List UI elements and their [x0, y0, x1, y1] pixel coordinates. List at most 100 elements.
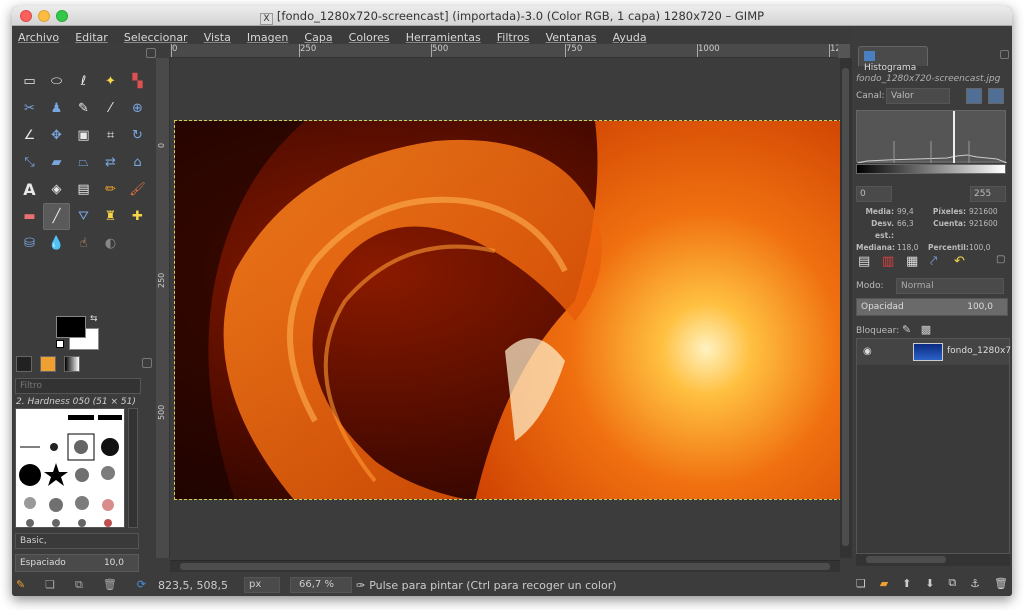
brush-grid[interactable] — [15, 408, 125, 528]
menu-colores[interactable]: Colores — [343, 29, 395, 44]
ellipse-select-icon[interactable]: ⬭ — [43, 68, 70, 95]
histogram-graph[interactable] — [856, 110, 1008, 164]
menu-ayuda[interactable]: Ayuda — [607, 29, 652, 44]
range-min-input[interactable]: 0 — [856, 186, 892, 202]
layer-scrollbar[interactable] — [856, 554, 1010, 566]
raise-layer-icon[interactable]: ⬆ — [902, 577, 911, 590]
anchor-layer-icon[interactable]: ⚓ — [970, 577, 980, 590]
layer-scroll-thumb[interactable] — [866, 556, 946, 563]
unit-select[interactable]: px — [244, 577, 280, 593]
layer-row[interactable]: ◉ fondo_1280x7 — [857, 339, 1011, 365]
foreground-color-swatch[interactable] — [56, 316, 86, 338]
clone-icon[interactable]: ♜ — [97, 203, 124, 230]
eye-icon[interactable]: ◉ — [863, 346, 872, 357]
horizontal-scroll-thumb[interactable] — [180, 563, 830, 570]
lower-layer-icon[interactable]: ⬇ — [925, 577, 934, 590]
new-layer-icon[interactable]: ❏ — [856, 577, 866, 590]
text-icon[interactable]: A — [16, 176, 43, 203]
new-layer-group-icon[interactable]: ▰ — [880, 577, 888, 590]
flip-icon[interactable]: ⇄ — [97, 149, 124, 176]
menu-seleccionar[interactable]: Seleccionar — [118, 29, 193, 44]
duplicate-brush-icon[interactable]: ⧉ — [75, 578, 83, 594]
menu-capa[interactable]: Capa — [298, 29, 337, 44]
blend-icon[interactable]: ▤ — [70, 176, 97, 203]
brush-spacing-slider[interactable]: Espaciado 10,0 — [15, 554, 139, 572]
horizontal-scrollbar[interactable] — [170, 560, 840, 572]
color-picker-icon[interactable]: ⁄ — [97, 95, 124, 122]
gradient-tab-icon[interactable] — [64, 356, 80, 372]
brush-tag-select[interactable]: Basic, — [15, 533, 139, 549]
linear-histogram-icon[interactable] — [966, 88, 982, 104]
log-histogram-icon[interactable] — [988, 88, 1004, 104]
perspective-icon[interactable]: ⏢ — [70, 149, 97, 176]
vertical-scrollbar[interactable] — [840, 58, 852, 558]
delete-layer-icon[interactable]: 🗑 — [994, 577, 1008, 590]
fuzzy-select-icon[interactable]: ✦ — [97, 68, 124, 95]
crop-icon[interactable]: ⌗ — [97, 122, 124, 149]
zoom-icon[interactable]: ⊕ — [124, 95, 151, 122]
navigate-icon[interactable] — [838, 44, 850, 58]
vertical-scroll-thumb[interactable] — [842, 68, 849, 546]
airbrush-icon[interactable]: ╱ — [43, 203, 70, 230]
dock-menu-icon[interactable]: ▢ — [996, 254, 1005, 265]
delete-brush-icon[interactable]: 🗑 — [103, 578, 117, 594]
pencil-icon[interactable]: ✏ — [97, 176, 124, 203]
image-canvas[interactable] — [174, 120, 847, 500]
menu-archivo[interactable]: Archivo — [12, 29, 64, 44]
color-select-icon[interactable]: ▚ — [124, 68, 151, 95]
refresh-brushes-icon[interactable]: ⟳ — [137, 578, 146, 594]
move-icon[interactable]: ✥ — [43, 122, 70, 149]
brush-tab-icon[interactable] — [16, 356, 32, 372]
menu-filtros[interactable]: Filtros — [491, 29, 535, 44]
paths-icon[interactable]: ✎ — [70, 95, 97, 122]
toolbox-menu-icon[interactable] — [146, 48, 156, 58]
lasso-icon[interactable]: ℓ — [70, 68, 97, 95]
rect-select-icon[interactable]: ▭ — [16, 68, 43, 95]
menu-vista[interactable]: Vista — [198, 29, 236, 44]
dock-menu-icon[interactable] — [142, 358, 152, 368]
scissors-icon[interactable]: ✂ — [16, 95, 43, 122]
perspective-clone-icon[interactable]: ⛁ — [16, 230, 43, 257]
cage-icon[interactable]: ⌂ — [124, 149, 151, 176]
range-max-input[interactable]: 255 — [970, 186, 1006, 202]
dodge-burn-icon[interactable]: ◐ — [97, 230, 124, 257]
heal-icon[interactable]: ✚ — [124, 203, 151, 230]
foreground-select-icon[interactable]: ♟ — [43, 95, 70, 122]
lock-alpha-icon[interactable]: ▩ — [921, 323, 931, 336]
tab-histogram[interactable]: Histograma — [858, 46, 928, 73]
menu-editar[interactable]: Editar — [69, 29, 113, 44]
paintbrush-icon[interactable]: 🖌 — [124, 176, 151, 203]
edit-brush-icon[interactable]: ✎ — [16, 578, 25, 594]
opacity-slider[interactable]: Opacidad 100,0 — [856, 298, 1008, 316]
vectors-tab-icon[interactable]: ⤤ — [930, 254, 937, 269]
title-bar[interactable]: X [fondo_1280x720-screencast] (importada)… — [12, 6, 1012, 26]
layers-tab-icon[interactable]: ▤ — [858, 254, 870, 269]
brush-scrollbar[interactable] — [128, 408, 138, 528]
bucket-fill-icon[interactable]: ◈ — [43, 176, 70, 203]
reset-colors-icon[interactable] — [56, 340, 64, 348]
undo-history-tab-icon[interactable]: ↶ — [954, 254, 965, 269]
menu-imagen[interactable]: Imagen — [241, 29, 293, 44]
channel-select[interactable]: Valor — [886, 88, 950, 104]
pattern-tab-icon[interactable] — [40, 356, 56, 372]
scale-icon[interactable]: ⤡ — [16, 149, 43, 176]
new-brush-icon[interactable]: ❏ — [45, 578, 55, 594]
shear-icon[interactable]: ▰ — [43, 149, 70, 176]
duplicate-layer-icon[interactable]: ⧉ — [948, 576, 956, 590]
ink-icon[interactable]: ⛛ — [70, 203, 97, 230]
rotate-icon[interactable]: ↻ — [124, 122, 151, 149]
measure-icon[interactable]: ∠ — [16, 122, 43, 149]
blur-icon[interactable]: 💧 — [43, 230, 70, 257]
menu-herramientas[interactable]: Herramientas — [400, 29, 486, 44]
paths-tab-icon[interactable]: ▦ — [906, 254, 918, 269]
channels-tab-icon[interactable]: ▥ — [882, 254, 894, 269]
horizontal-ruler[interactable]: 0 250 500 750 1000 12 — [170, 44, 841, 58]
smudge-icon[interactable]: ☝ — [70, 230, 97, 257]
vertical-ruler[interactable]: 0 250 500 — [156, 58, 170, 558]
lock-pixels-icon[interactable]: ✎ — [902, 323, 911, 336]
layer-mode-select[interactable]: Normal — [896, 278, 1004, 294]
align-icon[interactable]: ▣ — [70, 122, 97, 149]
dock-menu-icon[interactable] — [1000, 50, 1009, 59]
brush-filter-input[interactable]: Filtro — [15, 378, 141, 394]
zoom-select[interactable]: 66,7 % — [290, 577, 352, 593]
